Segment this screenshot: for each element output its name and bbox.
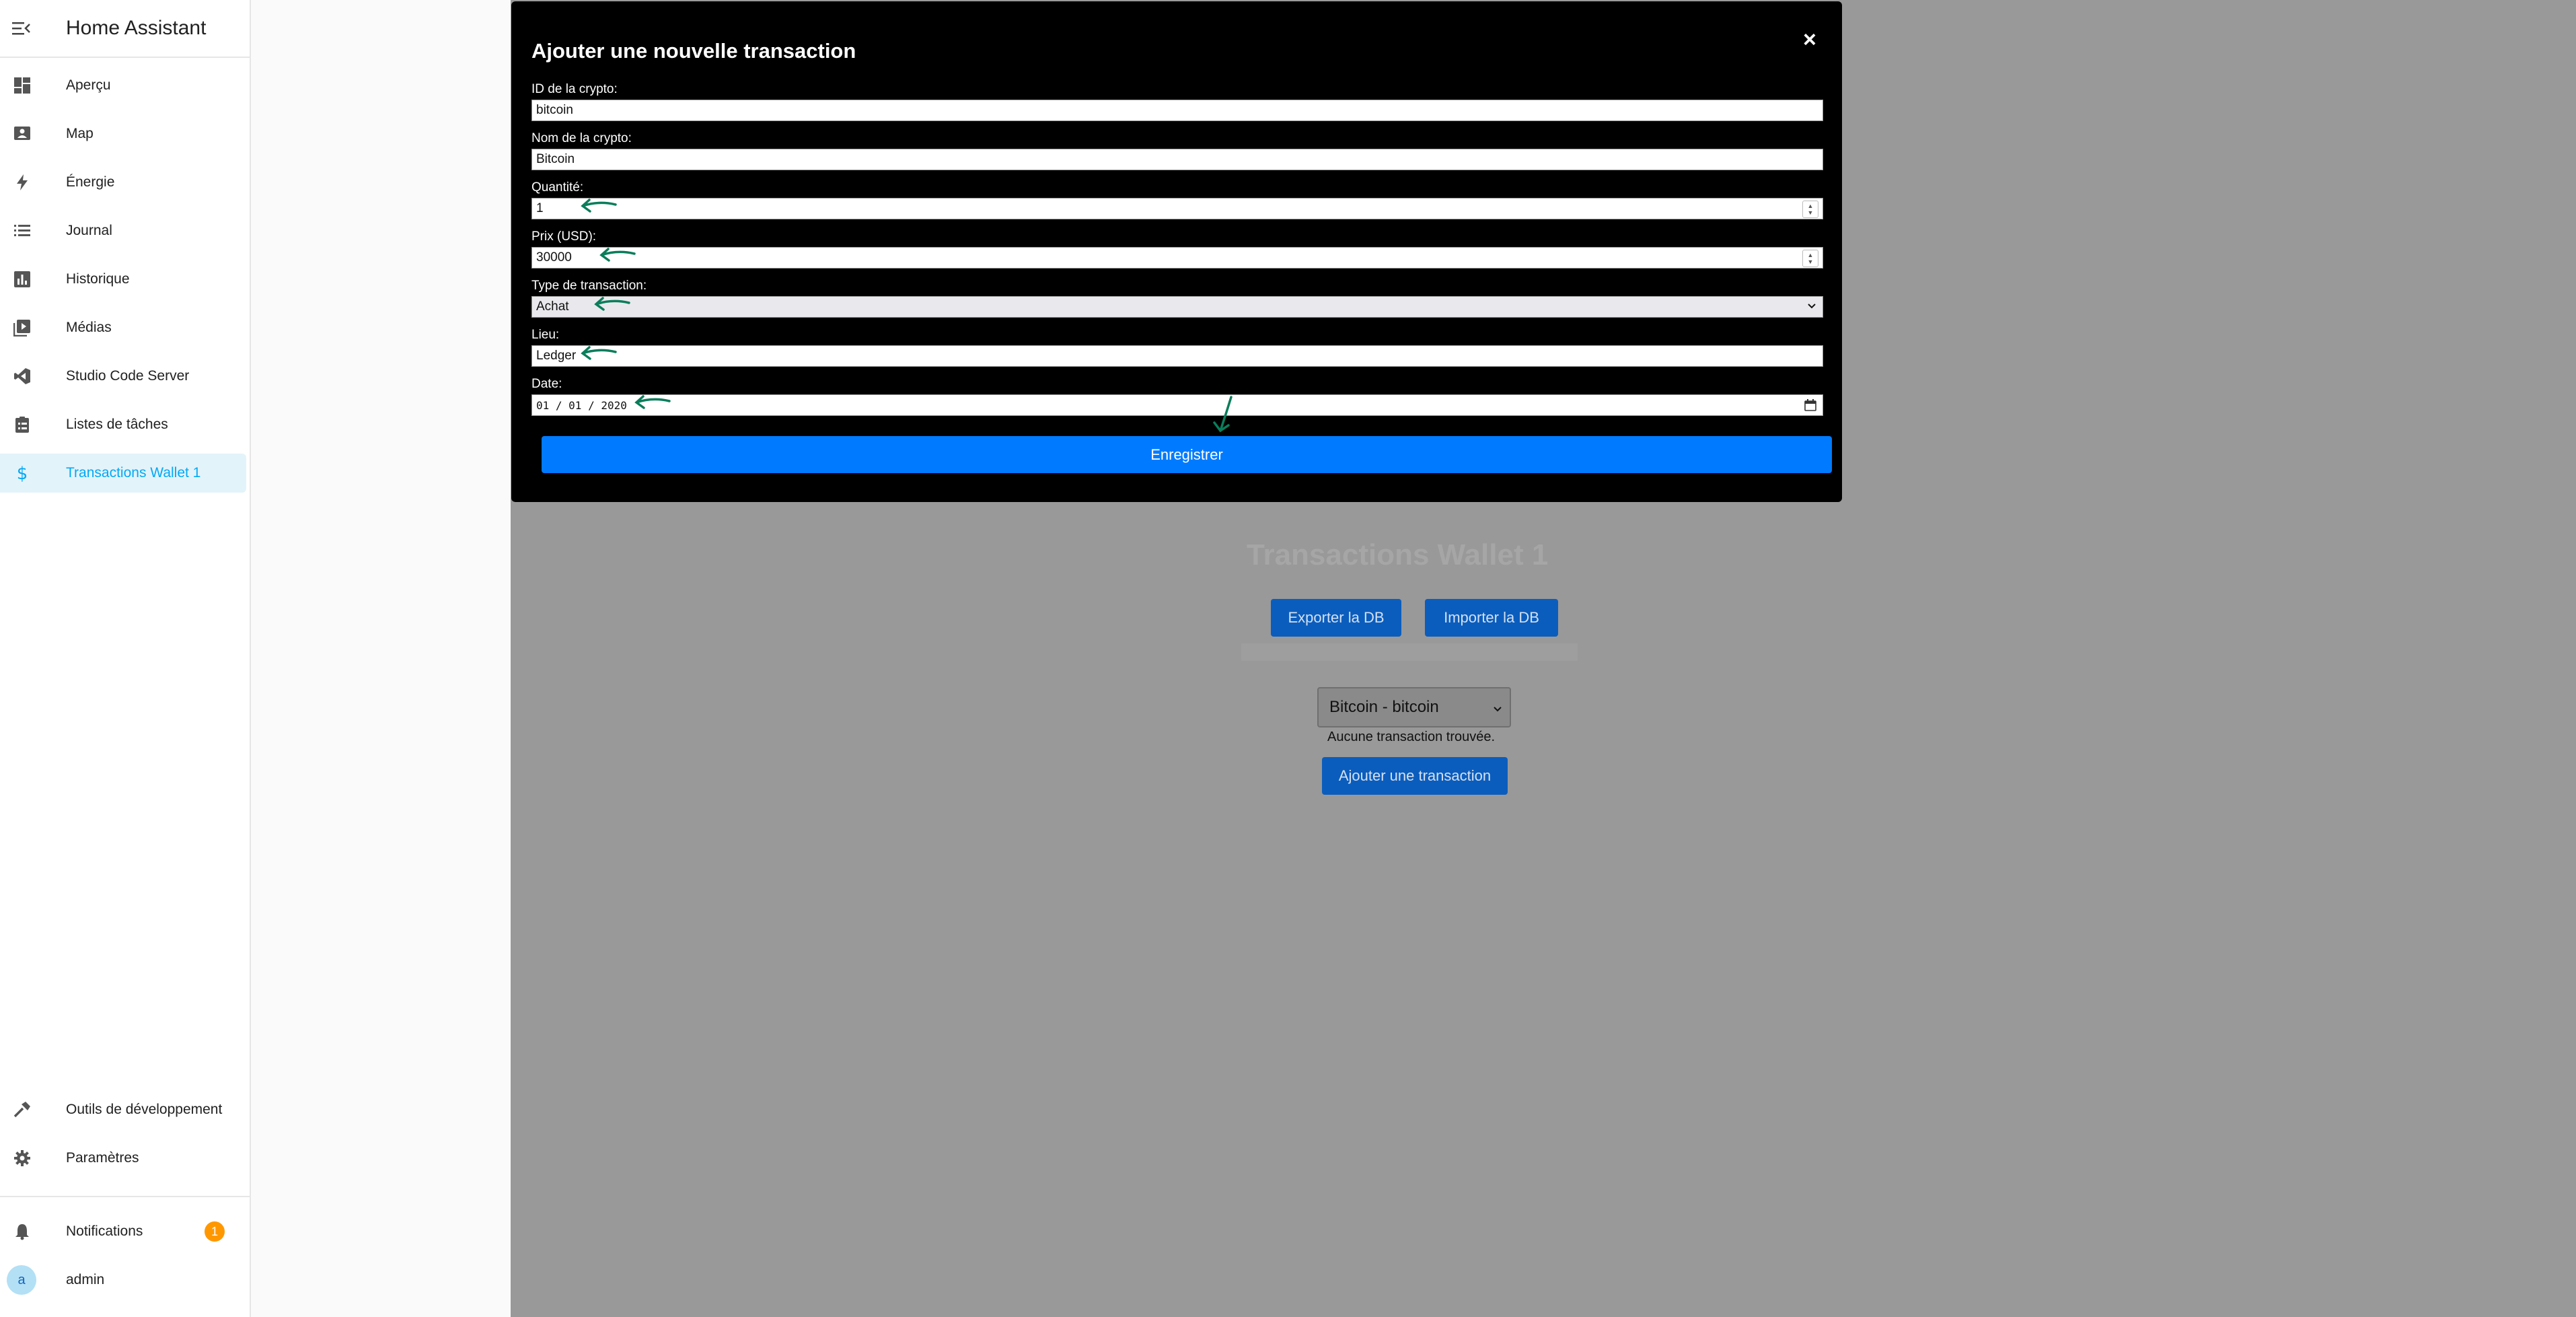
dollar-icon: $	[12, 463, 32, 483]
vscode-icon	[12, 366, 32, 386]
page-heading: Transactions Wallet 1	[1247, 538, 1549, 571]
sidebar-divider	[0, 1196, 251, 1197]
location-field[interactable]: Ledger	[531, 345, 1823, 367]
crypto-id-field[interactable]: bitcoin	[531, 100, 1823, 121]
sidebar-item-notifications[interactable]: Notifications 1	[0, 1212, 246, 1251]
notification-badge: 1	[205, 1221, 225, 1242]
sidebar-item-label: Aperçu	[66, 77, 111, 93]
location-label: Lieu:	[531, 328, 560, 342]
sidebar-item-journal[interactable]: Journal	[0, 211, 246, 250]
crypto-select[interactable]: Bitcoin - bitcoin	[1317, 687, 1511, 727]
sidebar: Home Assistant Aperçu Map Énergie Journa…	[0, 0, 251, 1317]
sidebar-item-label: Notifications	[66, 1223, 143, 1239]
crypto-name-field[interactable]: Bitcoin	[531, 149, 1823, 170]
save-button[interactable]: Enregistrer	[542, 436, 1832, 473]
crypto-name-value: Bitcoin	[536, 152, 575, 166]
chevron-down-icon	[1806, 301, 1817, 316]
sidebar-item-label: Map	[66, 126, 94, 141]
gear-icon	[12, 1148, 32, 1168]
crypto-select-value: Bitcoin - bitcoin	[1329, 698, 1439, 716]
crypto-name-label: Nom de la crypto:	[531, 131, 632, 145]
stepper-icon[interactable]: ▲ ▼	[1802, 201, 1818, 218]
sidebar-item-label: Médias	[66, 320, 112, 335]
transaction-type-label: Type de transaction:	[531, 279, 647, 293]
hammer-icon	[12, 1100, 32, 1120]
sidebar-item-label: Transactions Wallet 1	[66, 465, 201, 480]
quantity-label: Quantité:	[531, 180, 584, 194]
quantity-field[interactable]: 1 ▲ ▼	[531, 198, 1823, 219]
sidebar-item-label: Énergie	[66, 174, 115, 190]
avatar: a	[7, 1265, 36, 1295]
annotation-arrow-icon	[599, 248, 636, 262]
transaction-type-value: Achat	[536, 299, 569, 314]
sidebar-item-label: Listes de tâches	[66, 417, 168, 432]
chart-icon	[12, 269, 32, 289]
sidebar-item-label: Paramètres	[66, 1150, 139, 1166]
chevron-down-icon	[1492, 701, 1503, 719]
sidebar-item-studio-code-server[interactable]: Studio Code Server	[0, 357, 246, 396]
price-label: Prix (USD):	[531, 229, 597, 244]
sidebar-item-transactions-wallet-1[interactable]: $ Transactions Wallet 1	[0, 454, 246, 493]
crypto-id-label: ID de la crypto:	[531, 82, 618, 96]
sidebar-item-label: Studio Code Server	[66, 368, 190, 384]
list-icon	[12, 221, 32, 241]
export-db-button[interactable]: Exporter la DB	[1271, 599, 1401, 637]
close-button[interactable]: ×	[1803, 27, 1816, 53]
map-icon	[12, 124, 32, 144]
lightning-icon	[12, 172, 32, 192]
sidebar-item-listes-de-taches[interactable]: Listes de tâches	[0, 405, 246, 444]
location-value: Ledger	[536, 349, 577, 363]
annotation-arrow-icon	[581, 346, 617, 360]
app-title: Home Assistant	[66, 17, 207, 39]
annotation-arrow-icon	[1213, 396, 1232, 433]
faint-text-placeholder	[1241, 643, 1578, 661]
crypto-id-value: bitcoin	[536, 103, 573, 117]
transaction-type-select[interactable]: Achat	[531, 296, 1823, 318]
clipboard-icon	[12, 415, 32, 435]
annotation-arrow-icon	[594, 297, 630, 311]
sidebar-item-outils-de-developpement[interactable]: Outils de développement	[0, 1090, 246, 1129]
sidebar-item-label: Historique	[66, 271, 130, 287]
price-value: 30000	[536, 250, 572, 264]
price-field[interactable]: 30000 ▲ ▼	[531, 247, 1823, 269]
add-transaction-modal: Ajouter une nouvelle transaction × ID de…	[511, 1, 1842, 502]
media-icon	[12, 318, 32, 338]
sidebar-item-label: admin	[66, 1272, 105, 1287]
sidebar-item-apercu[interactable]: Aperçu	[0, 66, 246, 105]
empty-message: Aucune transaction trouvée.	[1327, 729, 1496, 744]
annotation-arrow-icon	[581, 199, 617, 213]
sidebar-item-parametres[interactable]: Paramètres	[0, 1139, 246, 1178]
svg-text:$: $	[17, 464, 28, 482]
quantity-value: 1	[536, 201, 544, 215]
stepper-icon[interactable]: ▲ ▼	[1802, 250, 1818, 267]
dashboard-icon	[12, 75, 32, 96]
sidebar-header: Home Assistant	[0, 0, 250, 58]
modal-title: Ajouter une nouvelle transaction	[531, 39, 856, 63]
sidebar-item-label: Journal	[66, 223, 112, 238]
date-field[interactable]: 01 / 01 / 2020	[531, 394, 1823, 416]
import-db-button[interactable]: Importer la DB	[1425, 599, 1558, 637]
sidebar-item-map[interactable]: Map	[0, 114, 246, 153]
menu-collapse-icon[interactable]	[11, 17, 32, 39]
annotation-arrow-icon	[634, 395, 671, 409]
date-value: 01 / 01 / 2020	[536, 398, 627, 412]
bell-icon	[12, 1221, 32, 1242]
sidebar-item-historique[interactable]: Historique	[0, 260, 246, 299]
sidebar-item-medias[interactable]: Médias	[0, 308, 246, 347]
sidebar-item-user[interactable]: a admin	[0, 1260, 246, 1300]
sidebar-item-energie[interactable]: Énergie	[0, 163, 246, 202]
add-transaction-button[interactable]: Ajouter une transaction	[1322, 757, 1508, 795]
sidebar-item-label: Outils de développement	[66, 1102, 223, 1117]
calendar-icon[interactable]	[1804, 398, 1817, 415]
date-label: Date:	[531, 377, 562, 391]
